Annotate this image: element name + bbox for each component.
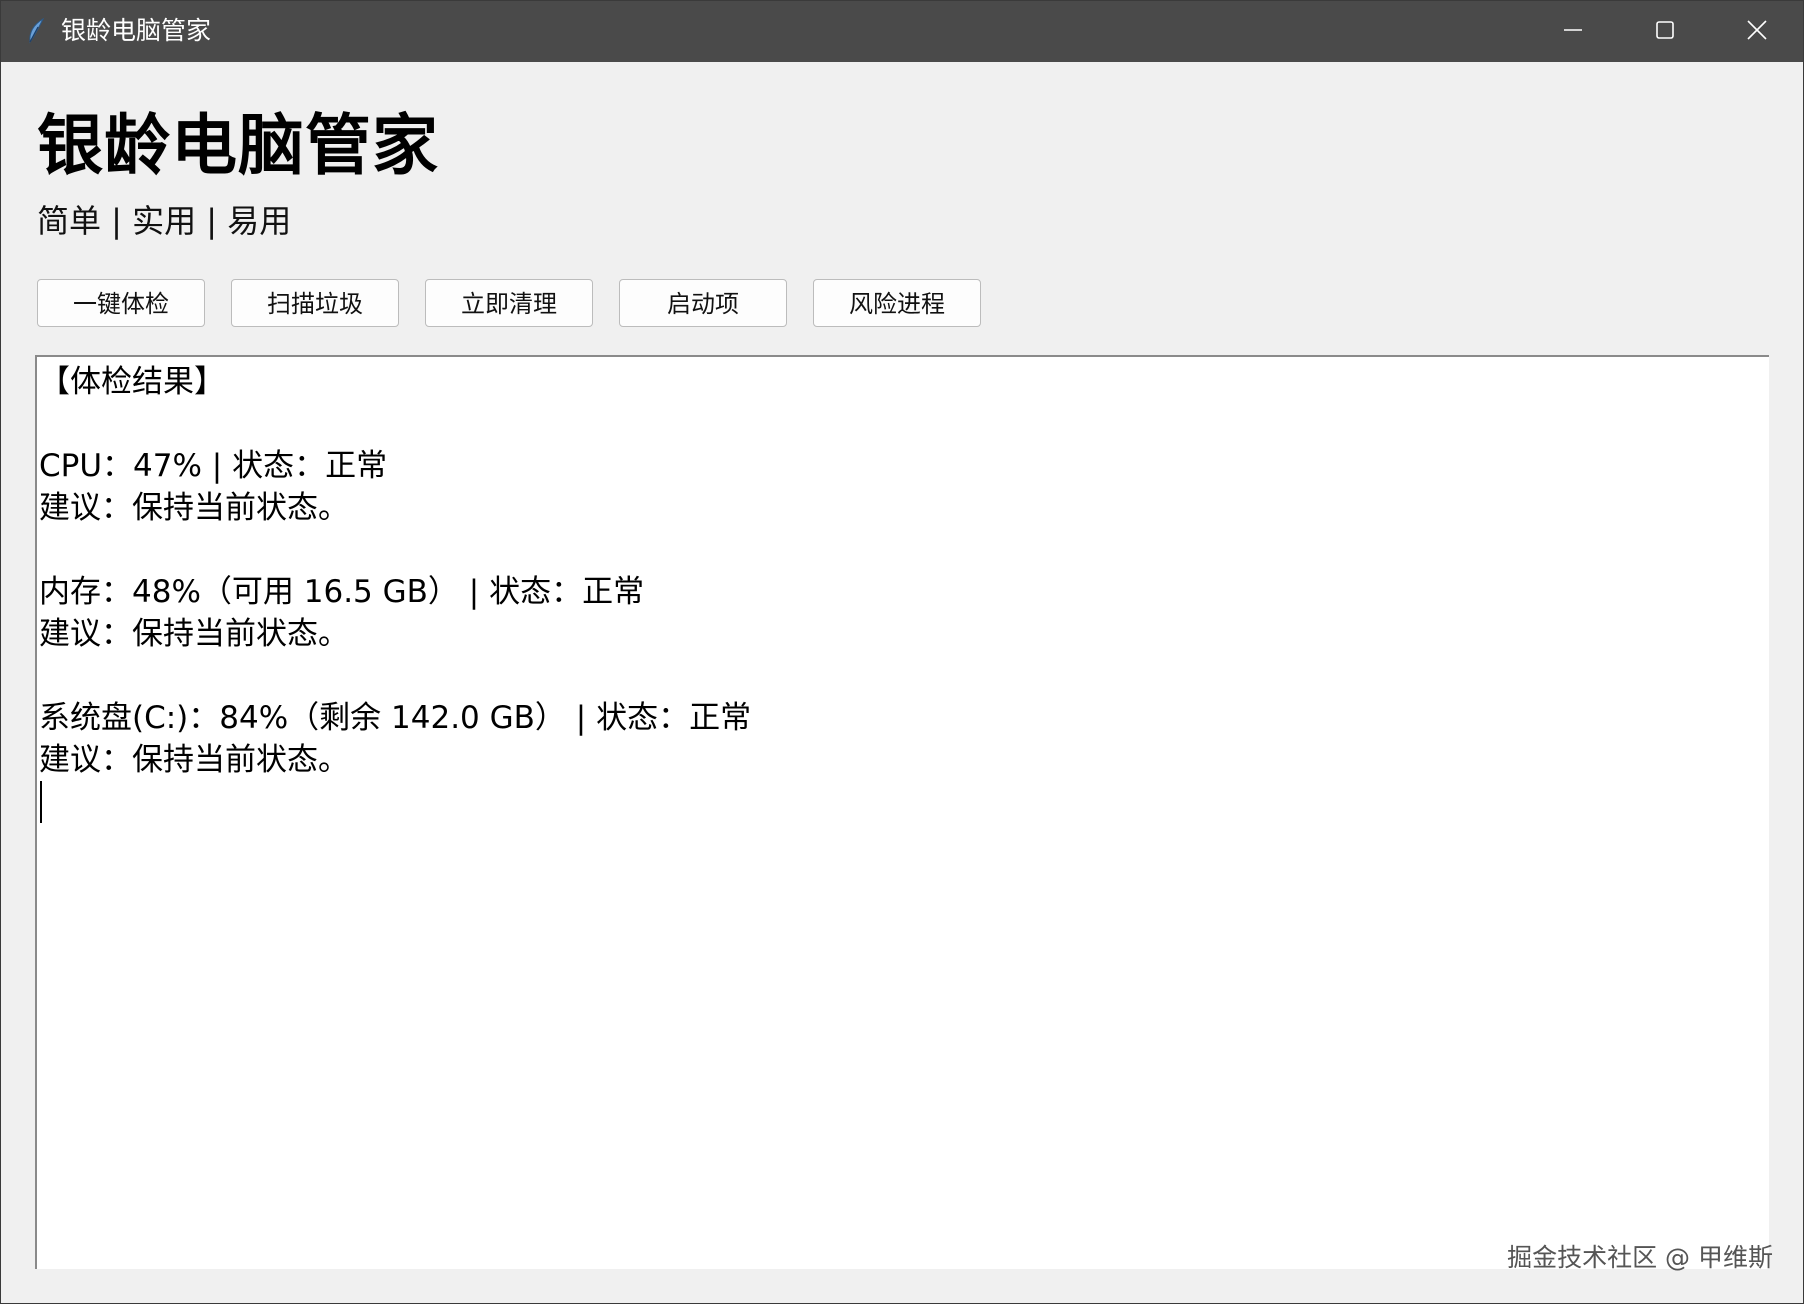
maximize-icon	[1655, 20, 1675, 44]
result-lines: 【体检结果】 CPU：47% | 状态：正常 建议：保持当前状态。 内存：48%…	[39, 361, 751, 823]
window-title: 银龄电脑管家	[61, 16, 212, 45]
title-bar[interactable]: 银龄电脑管家	[1, 1, 1803, 62]
page-title: 银龄电脑管家	[37, 107, 439, 184]
watermark: 掘金技术社区 @ 甲维斯	[1507, 1243, 1773, 1272]
app-window: 银龄电脑管家 银龄电脑管家 简单 | 实用 | 易用 一键体检 扫描垃圾 立即清…	[0, 0, 1804, 1304]
minimize-icon	[1563, 20, 1583, 44]
result-line	[39, 655, 751, 697]
feather-icon	[23, 17, 51, 45]
minimize-button[interactable]	[1527, 1, 1619, 62]
text-caret	[40, 781, 42, 823]
memory-advice-line: 建议：保持当前状态。	[39, 616, 349, 652]
page-subtitle: 简单 | 实用 | 易用	[37, 202, 292, 240]
maximize-button[interactable]	[1619, 1, 1711, 62]
result-line	[39, 403, 751, 445]
disk-status-line: 系统盘(C:)：84%（剩余 142.0 GB） | 状态：正常	[39, 700, 752, 736]
cpu-status-line: CPU：47% | 状态：正常	[39, 448, 388, 484]
startup-items-button[interactable]: 启动项	[619, 279, 787, 327]
memory-status-line: 内存：48%（可用 16.5 GB） | 状态：正常	[39, 574, 645, 610]
risk-process-button[interactable]: 风险进程	[813, 279, 981, 327]
clean-now-button[interactable]: 立即清理	[425, 279, 593, 327]
close-button[interactable]	[1711, 1, 1803, 62]
result-text-area[interactable]: 【体检结果】 CPU：47% | 状态：正常 建议：保持当前状态。 内存：48%…	[35, 355, 1769, 1269]
disk-advice-line: 建议：保持当前状态。	[39, 742, 349, 778]
result-heading: 【体检结果】	[39, 364, 225, 400]
scan-junk-button[interactable]: 扫描垃圾	[231, 279, 399, 327]
result-line	[39, 529, 751, 571]
cpu-advice-line: 建议：保持当前状态。	[39, 490, 349, 526]
close-icon	[1746, 19, 1768, 45]
health-check-button[interactable]: 一键体检	[37, 279, 205, 327]
